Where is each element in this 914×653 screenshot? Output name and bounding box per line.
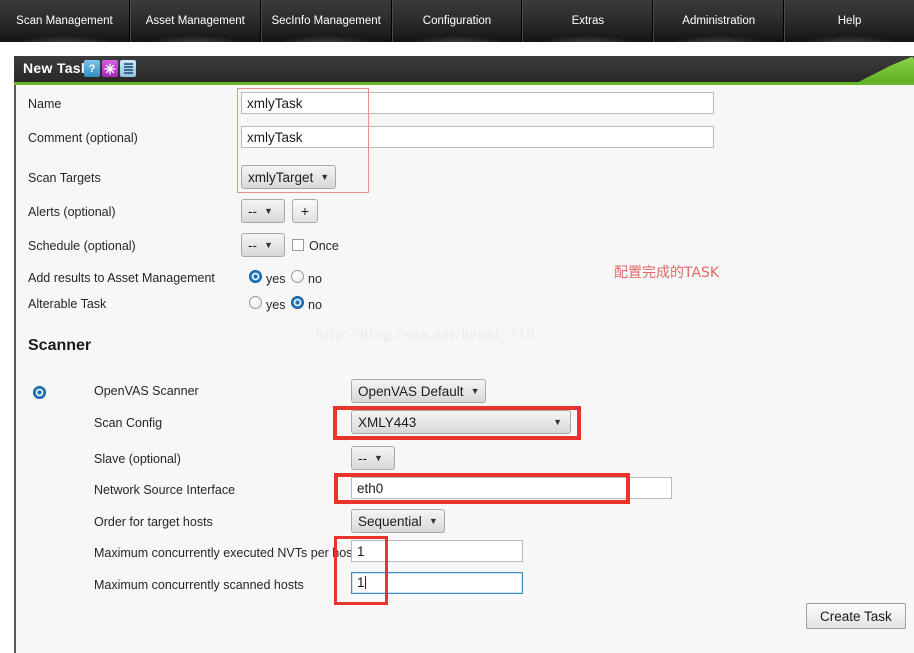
slave-select[interactable]: -- ▼ xyxy=(351,446,395,470)
nav-tab-help[interactable]: Help xyxy=(784,0,914,42)
max-hosts-input[interactable]: 1 xyxy=(351,572,523,594)
openvas-scanner-select[interactable]: OpenVAS Default ▼ xyxy=(351,379,487,403)
add-results-no-label: no xyxy=(308,272,322,286)
alerts-select[interactable]: -- ▼ xyxy=(241,199,285,223)
new-task-form-panel: Name Comment (optional) Scan Targets xml… xyxy=(14,85,914,653)
nav-tab-label: Help xyxy=(837,15,862,27)
scan-targets-label: Scan Targets xyxy=(28,171,101,185)
nav-tab-asset-management[interactable]: Asset Management xyxy=(129,0,261,42)
annotation-text-chinese: 配置完成的TASK xyxy=(614,265,720,281)
slave-value: -- xyxy=(358,450,367,466)
help-icon-glyph: ? xyxy=(88,62,96,75)
nav-tab-extras[interactable]: Extras xyxy=(522,0,654,42)
max-hosts-value: 1 xyxy=(357,575,365,590)
help-icon[interactable]: ? xyxy=(84,60,100,77)
alterable-yes-radio[interactable] xyxy=(249,296,262,309)
alterable-task-label: Alterable Task xyxy=(28,297,107,311)
nav-tab-label: Extras xyxy=(571,15,605,27)
nav-tab-secinfo-management[interactable]: SecInfo Management xyxy=(260,0,392,42)
comment-input[interactable] xyxy=(241,126,714,148)
scan-config-select[interactable]: XMLY443 ▼ xyxy=(351,410,571,434)
slave-label: Slave (optional) xyxy=(94,452,181,466)
chevron-down-icon: ▼ xyxy=(428,516,438,526)
network-source-interface-label: Network Source Interface xyxy=(94,483,236,497)
max-hosts-label: Maximum concurrently scanned hosts xyxy=(94,578,304,592)
order-for-target-hosts-select[interactable]: Sequential ▼ xyxy=(351,509,445,533)
nav-tab-label: Administration xyxy=(682,15,756,27)
watermark-url: http://blog.csdn.net/henni_719 xyxy=(316,327,536,343)
add-alert-button[interactable]: + xyxy=(292,199,318,223)
chevron-down-icon: ▼ xyxy=(374,453,383,463)
alterable-yes-label: yes xyxy=(266,298,286,312)
nav-tab-scan-management[interactable]: Scan Management xyxy=(0,0,130,42)
add-results-label: Add results to Asset Management xyxy=(28,271,215,285)
add-results-yes-radio[interactable] xyxy=(249,270,262,283)
chevron-down-icon: ▼ xyxy=(264,206,273,216)
alerts-label: Alerts (optional) xyxy=(28,205,116,219)
scan-targets-select[interactable]: xmlyTarget ▼ xyxy=(241,165,337,189)
alterable-no-label: no xyxy=(308,298,322,312)
schedule-once-label: Once xyxy=(309,239,339,253)
page-title: New Task xyxy=(23,60,89,76)
main-navigation-bar: Scan Management Asset Management SecInfo… xyxy=(0,0,914,42)
schedule-value: -- xyxy=(248,237,257,253)
new-task-icon[interactable] xyxy=(102,60,118,77)
scan-config-value: XMLY443 xyxy=(358,414,417,430)
add-results-no-radio[interactable] xyxy=(291,270,304,283)
max-nvts-input[interactable] xyxy=(351,540,523,562)
order-for-target-hosts-label: Order for target hosts xyxy=(94,515,213,529)
chevron-down-icon: ▼ xyxy=(470,386,480,396)
task-list-icon-glyph xyxy=(123,62,133,75)
add-results-yes-label: yes xyxy=(266,272,286,286)
comment-label: Comment (optional) xyxy=(28,131,138,145)
header-icon-group: ? xyxy=(84,60,136,77)
create-task-button[interactable]: Create Task xyxy=(806,603,906,629)
chevron-down-icon: ▼ xyxy=(264,240,273,250)
name-input[interactable] xyxy=(241,92,714,114)
nav-tab-administration[interactable]: Administration xyxy=(653,0,785,42)
scanner-section-title: Scanner xyxy=(28,337,92,354)
openvas-scanner-value: OpenVAS Default xyxy=(358,383,464,399)
nav-tab-label: Configuration xyxy=(422,15,492,27)
text-cursor xyxy=(364,576,366,589)
name-label: Name xyxy=(28,97,62,111)
schedule-once-checkbox[interactable] xyxy=(292,239,304,251)
scan-targets-value: xmlyTarget xyxy=(248,169,314,185)
scan-config-label: Scan Config xyxy=(94,416,163,430)
schedule-select[interactable]: -- ▼ xyxy=(241,233,285,257)
chevron-down-icon: ▼ xyxy=(553,417,562,427)
nav-tab-label: Asset Management xyxy=(145,15,245,27)
max-nvts-label: Maximum concurrently executed NVTs per h… xyxy=(94,546,356,560)
network-source-interface-input[interactable] xyxy=(351,477,672,499)
openvas-scanner-radio[interactable] xyxy=(33,386,46,399)
nav-tab-configuration[interactable]: Configuration xyxy=(391,0,523,42)
task-list-icon[interactable] xyxy=(120,60,136,77)
openvas-scanner-label: OpenVAS Scanner xyxy=(94,384,199,398)
alterable-no-radio[interactable] xyxy=(291,296,304,309)
panel-header: New Task xyxy=(14,56,914,82)
order-for-target-hosts-value: Sequential xyxy=(358,513,422,529)
schedule-label: Schedule (optional) xyxy=(28,239,136,253)
chevron-down-icon: ▼ xyxy=(320,172,330,182)
alerts-value: -- xyxy=(248,203,257,219)
new-task-icon-glyph xyxy=(104,62,116,75)
nav-tab-label: SecInfo Management xyxy=(271,15,381,27)
header-green-accent xyxy=(858,56,914,82)
nav-tab-label: Scan Management xyxy=(16,15,113,27)
